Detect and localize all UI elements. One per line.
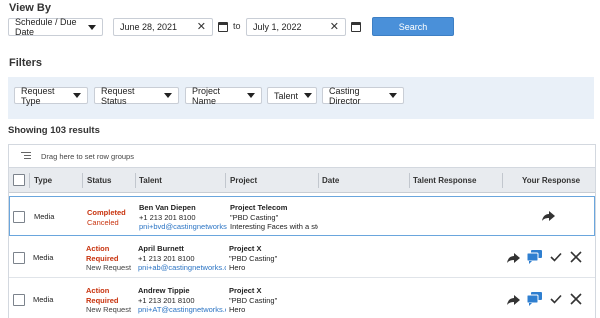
column-header-type[interactable]: Type xyxy=(34,168,52,193)
column-header-status[interactable]: Status xyxy=(87,168,111,193)
clear-x-icon[interactable]: ✕ xyxy=(197,21,206,33)
end-date-value: July 1, 2022 xyxy=(253,22,302,32)
filter-project-name[interactable]: Project Name xyxy=(185,85,262,106)
search-button[interactable]: Search xyxy=(372,17,454,36)
row-checkbox[interactable] xyxy=(13,211,25,223)
filters-title: Filters xyxy=(9,57,43,69)
table-row[interactable]: Media Action Required New Request April … xyxy=(9,238,595,278)
share-arrow-icon[interactable] xyxy=(540,209,556,223)
row-group-hint: Drag here to set row groups xyxy=(41,151,134,161)
table-row[interactable]: Media Action Required New Request Andrew… xyxy=(9,280,595,318)
select-all-checkbox[interactable] xyxy=(13,174,25,186)
talent-phone: +1 213 201 8100 xyxy=(139,212,196,222)
project-description: Hero xyxy=(229,263,246,272)
filter-label: Request Type xyxy=(21,85,55,106)
filters-bar: Request Type Request Status Project Name… xyxy=(8,77,594,119)
row-status-line1: Action xyxy=(86,286,110,295)
chevron-down-icon xyxy=(389,93,397,98)
project-name: Project X xyxy=(229,286,262,295)
results-grid: Drag here to set row groups Type Status … xyxy=(8,144,596,318)
grid-header: Type Status Talent Project Date Talent R… xyxy=(9,168,595,193)
project-name: Project Telecom xyxy=(230,203,288,212)
talent-email-link[interactable]: pni+bvd@castingnetworks.com xyxy=(139,222,227,232)
filter-label: Talent xyxy=(274,90,299,101)
calendar-icon[interactable] xyxy=(218,22,228,32)
results-count: Showing 103 results xyxy=(8,125,100,136)
row-status-line1: Action xyxy=(86,244,110,253)
talent-email-link[interactable]: pni+ab@castingnetworks.com xyxy=(138,263,226,273)
talent-phone: +1 213 201 8100 xyxy=(138,295,195,305)
filter-talent[interactable]: Talent xyxy=(267,87,317,104)
column-header-date[interactable]: Date xyxy=(322,168,339,193)
project-name: Project X xyxy=(229,244,262,253)
filter-label: Casting Director xyxy=(329,85,361,106)
column-header-talent[interactable]: Talent xyxy=(139,168,162,193)
row-type: Media xyxy=(33,295,54,304)
message-icon[interactable] xyxy=(526,249,542,264)
view-by-mode-select[interactable]: Schedule / Due Date xyxy=(8,17,103,37)
end-date-input[interactable]: July 1, 2022 ✕ xyxy=(246,18,346,36)
filter-label: Request Status xyxy=(101,85,135,106)
checkmark-icon[interactable] xyxy=(548,292,563,306)
calendar-icon[interactable] xyxy=(351,22,361,32)
row-status-sub: New Request xyxy=(86,305,132,314)
project-company: "PBD Casting" xyxy=(229,253,278,263)
row-group-bar[interactable]: Drag here to set row groups xyxy=(9,145,595,168)
row-type: Media xyxy=(34,212,55,221)
project-company: "PBD Casting" xyxy=(230,212,279,222)
row-checkbox[interactable] xyxy=(13,252,25,264)
start-date-input[interactable]: June 28, 2021 ✕ xyxy=(113,18,213,36)
talent-name: April Burnett xyxy=(138,244,184,253)
talent-phone: +1 213 201 8100 xyxy=(138,253,195,263)
chevron-down-icon xyxy=(164,93,172,98)
column-header-project[interactable]: Project xyxy=(230,168,257,193)
view-by-mode-value: Schedule / Due Date xyxy=(15,17,77,37)
clear-x-icon[interactable]: ✕ xyxy=(330,21,339,33)
row-status-line2: Required xyxy=(86,253,119,263)
column-header-talent-response[interactable]: Talent Response xyxy=(413,168,476,193)
project-description: Interesting Faces with a story xyxy=(230,222,318,231)
chevron-down-icon xyxy=(247,93,255,98)
decline-x-icon[interactable] xyxy=(568,249,583,264)
message-icon[interactable] xyxy=(526,291,542,306)
filter-request-status[interactable]: Request Status xyxy=(94,85,179,106)
filter-request-type[interactable]: Request Type xyxy=(14,85,88,106)
project-company: "PBD Casting" xyxy=(229,295,278,305)
talent-name: Ben Van Diepen xyxy=(139,203,196,212)
row-status-line2: Required xyxy=(86,295,119,305)
row-status-sub: Canceled xyxy=(87,217,119,227)
date-range-to-label: to xyxy=(233,21,241,31)
filter-label: Project Name xyxy=(192,85,221,106)
chevron-down-icon xyxy=(304,93,313,98)
row-status: Completed xyxy=(87,208,126,217)
row-group-icon xyxy=(21,152,31,160)
row-type: Media xyxy=(33,253,54,262)
row-checkbox[interactable] xyxy=(13,294,25,306)
view-by-title: View By xyxy=(9,2,51,14)
filter-casting-director[interactable]: Casting Director xyxy=(322,85,404,106)
table-row[interactable]: Media Completed Canceled Ben Van Diepen … xyxy=(9,196,595,236)
checkmark-icon[interactable] xyxy=(548,250,563,264)
talent-name: Andrew Tippie xyxy=(138,286,190,295)
chevron-down-icon xyxy=(88,24,96,30)
decline-x-icon[interactable] xyxy=(568,291,583,306)
column-header-your-response[interactable]: Your Response xyxy=(522,168,580,193)
share-arrow-icon[interactable] xyxy=(506,251,520,264)
row-status-sub: New Request xyxy=(86,263,132,272)
start-date-value: June 28, 2021 xyxy=(120,22,178,32)
share-arrow-icon[interactable] xyxy=(506,293,520,306)
project-description: Hero xyxy=(229,305,246,314)
talent-email-link[interactable]: pni+AT@castingnetworks.com xyxy=(138,305,226,315)
chevron-down-icon xyxy=(73,93,81,98)
